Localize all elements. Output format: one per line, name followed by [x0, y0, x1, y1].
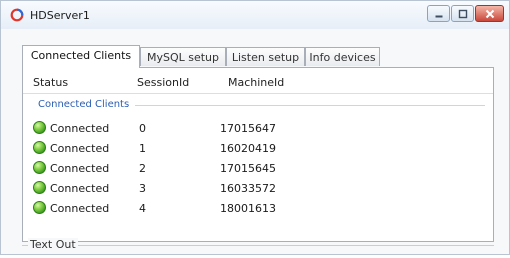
- close-icon: [485, 9, 494, 18]
- tab-connected-clients[interactable]: Connected Clients: [22, 45, 140, 68]
- status-text: Connected: [50, 182, 110, 195]
- column-header-machineid[interactable]: MachineId: [228, 76, 284, 89]
- machine-id: 18001613: [220, 202, 276, 215]
- textout-group-border: [22, 245, 494, 246]
- list-header: Status SessionId MachineId: [23, 68, 493, 94]
- status-text: Connected: [50, 122, 110, 135]
- table-row[interactable]: Connected 0 17015647: [23, 118, 493, 138]
- main-window: HDServer1 Connected Clients MySQL setup …: [0, 0, 510, 255]
- minimize-button[interactable]: [427, 5, 450, 22]
- status-connected-icon: [33, 181, 46, 194]
- status-connected-icon: [33, 201, 46, 214]
- window-title: HDServer1: [30, 9, 90, 22]
- tab-mysql-setup[interactable]: MySQL setup: [140, 47, 226, 66]
- status-text: Connected: [50, 142, 110, 155]
- clients-panel: Status SessionId MachineId Connected Cli…: [22, 67, 494, 242]
- textout-label: Text Out: [28, 238, 78, 251]
- machine-id: 17015647: [220, 122, 276, 135]
- status-connected-icon: [33, 161, 46, 174]
- textout-group: Text Out: [22, 234, 494, 258]
- tab-listen-setup[interactable]: Listen setup: [226, 47, 305, 66]
- machine-id: 16033572: [220, 182, 276, 195]
- session-id: 1: [139, 142, 146, 155]
- machine-id: 16020419: [220, 142, 276, 155]
- app-ring-icon: [10, 8, 24, 22]
- group-label: Connected Clients: [38, 99, 130, 110]
- status-text: Connected: [50, 202, 110, 215]
- close-button[interactable]: [475, 5, 504, 22]
- tab-info-devices[interactable]: Info devices: [305, 47, 380, 66]
- table-row[interactable]: Connected 2 17015645: [23, 158, 493, 178]
- status-connected-icon: [33, 141, 46, 154]
- table-row[interactable]: Connected 4 18001613: [23, 198, 493, 218]
- status-text: Connected: [50, 162, 110, 175]
- table-row[interactable]: Connected 3 16033572: [23, 178, 493, 198]
- caption-buttons: [426, 5, 504, 24]
- column-header-sessionid[interactable]: SessionId: [137, 76, 189, 89]
- session-id: 3: [139, 182, 146, 195]
- machine-id: 17015645: [220, 162, 276, 175]
- minimize-icon: [435, 15, 442, 17]
- status-connected-icon: [33, 121, 46, 134]
- session-id: 2: [139, 162, 146, 175]
- maximize-icon: [458, 9, 467, 18]
- maximize-button[interactable]: [451, 5, 474, 22]
- column-header-status[interactable]: Status: [33, 76, 68, 89]
- group-divider: [135, 105, 485, 106]
- session-id: 0: [139, 122, 146, 135]
- table-row[interactable]: Connected 1 16020419: [23, 138, 493, 158]
- title-bar[interactable]: HDServer1: [1, 1, 509, 29]
- session-id: 4: [139, 202, 146, 215]
